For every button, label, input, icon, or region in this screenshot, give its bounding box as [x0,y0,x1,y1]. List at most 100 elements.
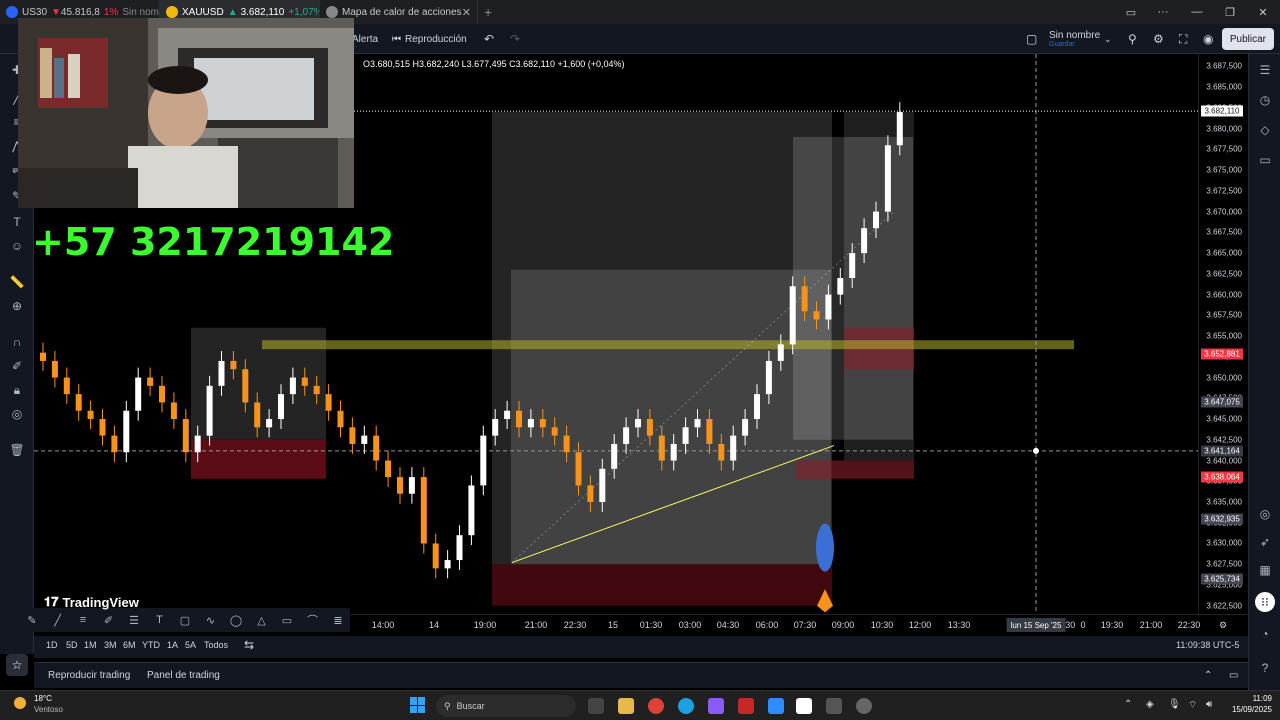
channel-icon[interactable]: ≡ [75,612,91,628]
time-tick: 14 [428,620,440,630]
text-icon[interactable]: T [152,612,168,628]
candle-body [99,419,106,436]
obs-icon[interactable] [856,698,872,714]
settings-gear-icon[interactable]: ⚙ [1153,24,1164,54]
snipping-tool-icon[interactable] [826,698,842,714]
watchlist-icon[interactable]: ☰ [1255,60,1275,80]
candle-body [218,360,225,386]
range-button[interactable]: 5A [185,640,196,650]
alert-button[interactable]: Alerta [352,24,378,54]
crosshair-dot [1033,447,1039,454]
callout-icon[interactable]: ▭ [279,612,295,628]
candle-body [742,419,749,436]
range-button[interactable]: 1M [84,640,97,650]
notifications-icon[interactable]: ◔ [1255,624,1275,644]
redo-icon[interactable]: ↷ [510,24,520,54]
maximize-icon[interactable]: ❐ [1213,0,1247,24]
copilot-icon[interactable] [708,698,724,714]
favorites-star-icon[interactable]: ☆ [6,654,28,676]
list-icon[interactable]: ☰ [126,612,142,628]
alerts-clock-icon[interactable]: ◷ [1255,90,1275,110]
ruler-icon[interactable]: 📏 [7,272,27,292]
zoom-app-icon[interactable] [768,698,784,714]
range-button[interactable]: 5D [66,640,78,650]
help-icon[interactable]: ? [1255,658,1275,678]
layers-icon[interactable]: ◇ [1255,120,1275,140]
fullscreen-icon[interactable]: ⛶ [1179,24,1187,54]
minimize-icon[interactable]: — [1180,0,1214,24]
rocket-icon[interactable]: ➶ [1255,532,1275,552]
price-tick: 3.660,000 [1206,290,1242,300]
path-icon[interactable]: ∿ [203,612,219,628]
mic-icon[interactable]: 🎙︎ [1168,699,1181,710]
windows-start-icon[interactable] [410,697,426,713]
emoji-icon[interactable]: ☺ [7,236,27,256]
target-icon[interactable]: ◎ [1255,504,1275,524]
date-range-calendar-icon[interactable]: ⇆ [244,638,254,652]
undo-icon[interactable]: ↶ [484,24,494,54]
tab-xauusd-arrow-icon: ▲ [227,6,238,18]
zoom-icon[interactable]: ⊕ [7,296,27,316]
maximize-panel-icon[interactable]: ▭ [1229,670,1238,681]
menu-icon[interactable]: ≣ [330,612,346,628]
layout-name-button[interactable]: Sin nombre Guardar [1049,24,1100,54]
layout-icon[interactable]: ▢ [1026,24,1037,54]
price-label: 3.647,075 [1201,396,1243,408]
chevron-down-icon[interactable]: ⌄ [1104,24,1112,54]
publish-button[interactable]: Publicar [1221,28,1274,50]
range-button[interactable]: 1A [167,640,178,650]
utc-clock[interactable]: 11:09:38 UTC-5 [1176,640,1239,650]
brush-icon[interactable]: ✐ [101,612,117,628]
task-view-icon[interactable] [588,698,604,714]
taskbar-time[interactable]: 11:09 [1224,694,1272,703]
chrome-icon[interactable] [648,698,664,714]
rectangle-icon[interactable]: ▢ [177,612,193,628]
circle-icon[interactable]: ◯ [228,612,244,628]
new-tab-plus-icon[interactable]: + [478,0,498,24]
apps-grid-icon[interactable]: ⁝⁝ [1255,592,1275,612]
pencil-lock-icon[interactable]: ✐ [7,356,27,376]
range-button[interactable]: 6M [123,640,136,650]
trash-icon[interactable]: 🗑︎ [7,440,27,460]
range-button[interactable]: Todos [204,640,228,650]
collapse-panel-icon[interactable]: ⌃ [1204,670,1212,681]
browser-more-icon[interactable]: ··· [1146,0,1180,24]
tab-heatmap-close-icon[interactable]: ✕ [462,6,471,19]
price-scale[interactable]: 3.687,5003.685,0003.682,5003.680,0003.67… [1198,54,1248,614]
volume-icon[interactable]: 🔊︎ [1206,699,1212,710]
eye-icon[interactable]: ◎ [7,404,27,424]
curve-icon[interactable]: ⌒ [305,612,321,628]
line-icon[interactable]: ╱ [50,612,66,628]
range-button[interactable]: 3M [104,640,117,650]
wifi-icon[interactable]: ⌔ [1188,699,1197,712]
weather-icon[interactable] [14,697,26,709]
file-explorer-icon[interactable] [618,698,634,714]
office-icon[interactable] [738,698,754,714]
edge-icon[interactable] [678,698,694,714]
replay-button[interactable]: ⏮ Reproducción [392,24,467,54]
time-axis-settings-icon[interactable]: ⚙ [1219,620,1227,631]
price-label: 3.632,935 [1201,513,1243,525]
price-label: 3.652,881 [1201,348,1243,360]
taskbar-date[interactable]: 15/09/2025 [1224,705,1272,714]
replay-trading-tab[interactable]: Reproducir trading [48,670,130,681]
tradingview-app-icon[interactable] [796,698,812,714]
browser-sidebar-icon[interactable]: ▭ [1114,0,1148,24]
window-close-icon[interactable]: ✕ [1246,0,1280,24]
candle-body [135,377,142,411]
camera-icon[interactable]: ◉ [1203,24,1213,54]
chat-icon[interactable]: ▭ [1255,150,1275,170]
tray-chevron-icon[interactable]: ⌃ [1124,699,1132,710]
taskbar-search-box[interactable]: ⚲ Buscar [436,695,576,717]
range-button[interactable]: 1D [46,640,58,650]
trading-panel-tab[interactable]: Panel de trading [147,670,220,681]
quick-search-icon[interactable]: ⚲ [1128,24,1137,54]
pencil-icon[interactable]: ✎ [24,612,40,628]
calendar-icon[interactable]: ▦ [1255,560,1275,580]
network-icon[interactable]: ◈ [1146,699,1154,710]
range-button[interactable]: YTD [142,640,160,650]
magnet-icon[interactable]: ∩ [7,332,27,352]
triangle-icon[interactable]: △ [254,612,270,628]
lock-icon[interactable]: 🔒︎ [7,380,27,400]
text-tool-icon[interactable]: T [7,212,27,232]
